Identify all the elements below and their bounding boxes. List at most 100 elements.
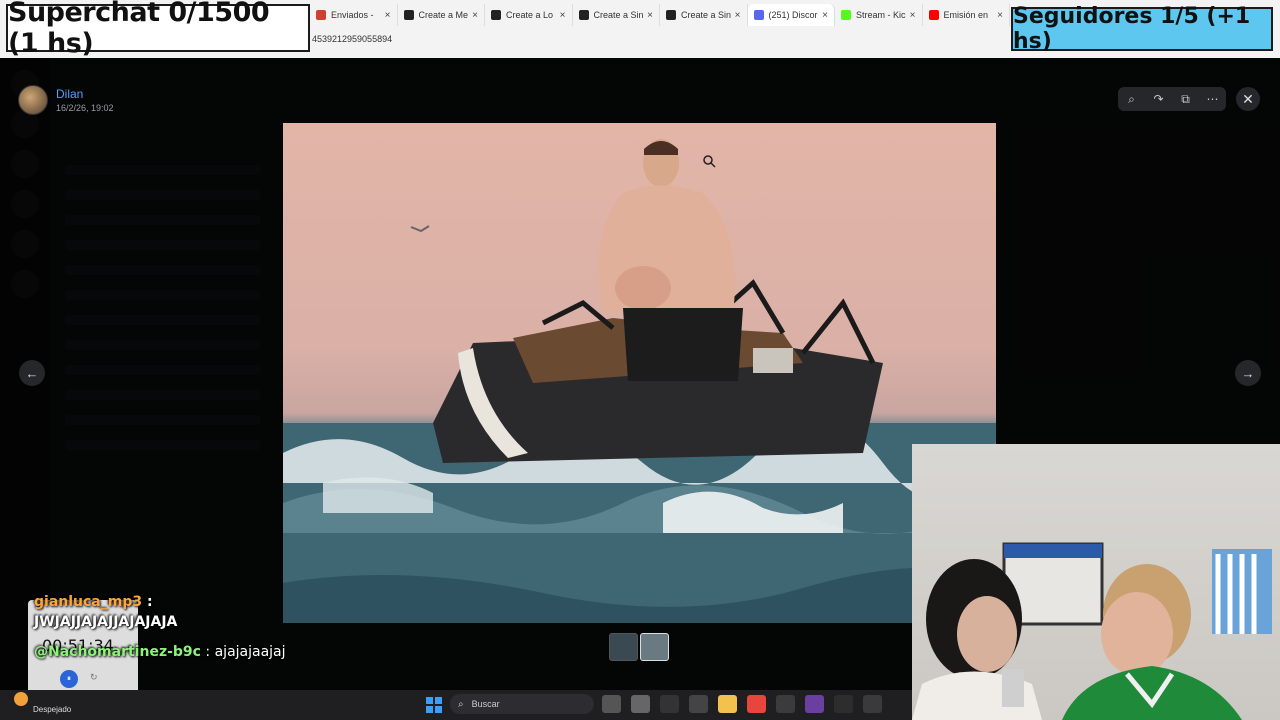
tab-close-icon[interactable]: ×: [997, 10, 1003, 21]
tab-close-icon[interactable]: ×: [472, 10, 478, 21]
superchat-goal-overlay: Superchat 0/1500 (1 hs): [6, 0, 310, 59]
start-logo-tile: [426, 697, 433, 704]
tab-label: Create a Sin: [593, 10, 644, 20]
more-icon[interactable]: ⋯: [1203, 92, 1223, 106]
drink-can: [1002, 669, 1024, 707]
app-icon[interactable]: [805, 695, 824, 713]
tab-close-icon[interactable]: ×: [647, 10, 653, 21]
folder-icon[interactable]: [718, 695, 737, 713]
tab-label: Create a Lo: [506, 10, 554, 20]
chat-separator: :: [142, 594, 153, 610]
person-belly: [615, 266, 671, 310]
viewed-image[interactable]: [283, 123, 996, 623]
tab-label: (251) Discor: [768, 10, 818, 20]
photo-icon[interactable]: [776, 695, 795, 713]
chat-overlay: gianluca_mp3 : JWJAJJAJAJJAJAJAJA @Nacho…: [34, 592, 334, 662]
reset-button[interactable]: ↻: [90, 672, 98, 683]
pause-button[interactable]: ⏸: [60, 670, 78, 688]
webcam-feed: [912, 444, 1280, 720]
tab-label: Stream - Kic: [856, 10, 906, 20]
weather-label: Despejado: [33, 705, 72, 714]
meme-image-illustration: [283, 139, 996, 623]
address-bar[interactable]: 4539212959055894: [312, 34, 392, 44]
uploader-name[interactable]: Dilan: [56, 87, 114, 101]
taskbar-apps: [602, 695, 882, 713]
tab-bar: Enviados - × Create a Me × Create a Lo × Crea…: [310, 4, 1010, 26]
chat-message-text: JWJAJJAJAJJAJAJAJA: [34, 614, 178, 630]
browser-tab[interactable]: Enviados - ×: [310, 4, 398, 26]
seagull: [410, 225, 430, 233]
image-thumbnail[interactable]: [640, 633, 669, 661]
tab-label: Create a Me: [418, 10, 469, 20]
tab-close-icon[interactable]: ×: [822, 10, 828, 21]
chat-separator: :: [200, 644, 215, 660]
tab-label: Create a Sin: [681, 10, 731, 20]
forward-icon[interactable]: ↷: [1149, 92, 1169, 106]
taskbar-search[interactable]: ⌕ Buscar: [450, 694, 594, 714]
person-shorts: [623, 308, 743, 381]
tab-close-icon[interactable]: ×: [735, 10, 741, 21]
weather-icon: [14, 692, 28, 706]
tab-favicon-icon: [316, 10, 326, 20]
person-right-shirt: [1062, 666, 1242, 720]
browser-tab[interactable]: Stream - Kic ×: [835, 4, 923, 26]
previous-image-button[interactable]: ←: [19, 360, 45, 386]
xpo-icon[interactable]: [834, 695, 853, 713]
image-thumbnail[interactable]: [609, 633, 638, 661]
poster-banner: [1004, 544, 1102, 558]
chrome-icon[interactable]: [747, 695, 766, 713]
browser-tab[interactable]: (251) Discor ×: [747, 4, 835, 26]
tab-favicon-icon: [578, 10, 589, 20]
files-icon[interactable]: [631, 695, 650, 713]
chat-username: gianluca_mp3: [34, 594, 143, 610]
taskview-icon[interactable]: [602, 695, 621, 713]
tab-close-icon[interactable]: ×: [385, 10, 391, 21]
obs-icon[interactable]: [689, 695, 708, 713]
weather-widget[interactable]: Despejado: [14, 692, 71, 714]
tab-label: Enviados -: [331, 10, 374, 20]
zoom-cursor-icon: [703, 155, 713, 165]
tab-favicon-icon: [403, 10, 414, 20]
browser-tab[interactable]: Create a Me ×: [398, 4, 485, 26]
capcut-icon[interactable]: [660, 695, 679, 713]
tab-label: Emisión en: [943, 10, 989, 20]
search-placeholder: Buscar: [471, 699, 500, 709]
search-icon: ⌕: [458, 698, 464, 710]
upload-date: 16/2/26, 19:02: [56, 103, 114, 113]
person-hair: [644, 141, 678, 155]
browser-tab[interactable]: Create a Lo ×: [485, 4, 573, 26]
thumbnail-strip: [609, 633, 669, 661]
tab-favicon-icon: [753, 10, 764, 20]
start-logo-tile: [435, 697, 442, 704]
start-logo-tile: [426, 706, 433, 713]
followers-goal-overlay: Seguidores 1/5 (+1 hs): [1011, 4, 1273, 54]
tab-favicon-icon: [841, 10, 851, 20]
browser-tab[interactable]: Create a Sin ×: [660, 4, 748, 26]
zoom-cursor-handle: [710, 162, 716, 168]
browser-tab[interactable]: Emisión en ×: [923, 4, 1010, 26]
tab-favicon-icon: [666, 10, 676, 20]
webcam-illustration: [912, 542, 1272, 720]
avatar[interactable]: [18, 85, 48, 115]
tab-favicon-icon: [928, 10, 939, 20]
chat-message: gianluca_mp3 :: [34, 592, 334, 612]
start-logo-tile: [435, 706, 442, 713]
person-left-face: [957, 596, 1017, 672]
chat-message: @Nachomartinez-b9c : ajajajaajaj: [34, 642, 334, 662]
uploader-info: Dilan 16/2/26, 19:02: [18, 85, 114, 115]
yt-icon[interactable]: [863, 695, 882, 713]
open-external-icon[interactable]: ⧉: [1176, 92, 1196, 107]
screen: Enviados - × Create a Me × Create a Lo × Crea…: [0, 0, 1280, 720]
tab-favicon-icon: [491, 10, 501, 20]
ship-cabin: [753, 348, 793, 373]
close-viewer-button[interactable]: ✕: [1236, 87, 1260, 111]
zoom-icon[interactable]: ⌕: [1122, 92, 1142, 107]
tab-close-icon[interactable]: ×: [560, 10, 566, 21]
start-button[interactable]: [426, 697, 442, 713]
chat-message-text: ajajajaajaj: [214, 644, 286, 660]
browser-tab[interactable]: Create a Sin ×: [573, 4, 660, 26]
person-right-face: [1101, 592, 1173, 676]
next-image-button[interactable]: →: [1235, 360, 1261, 386]
tab-close-icon[interactable]: ×: [910, 10, 916, 21]
viewer-toolbar: ⌕ ↷ ⧉ ⋯: [1118, 87, 1226, 111]
